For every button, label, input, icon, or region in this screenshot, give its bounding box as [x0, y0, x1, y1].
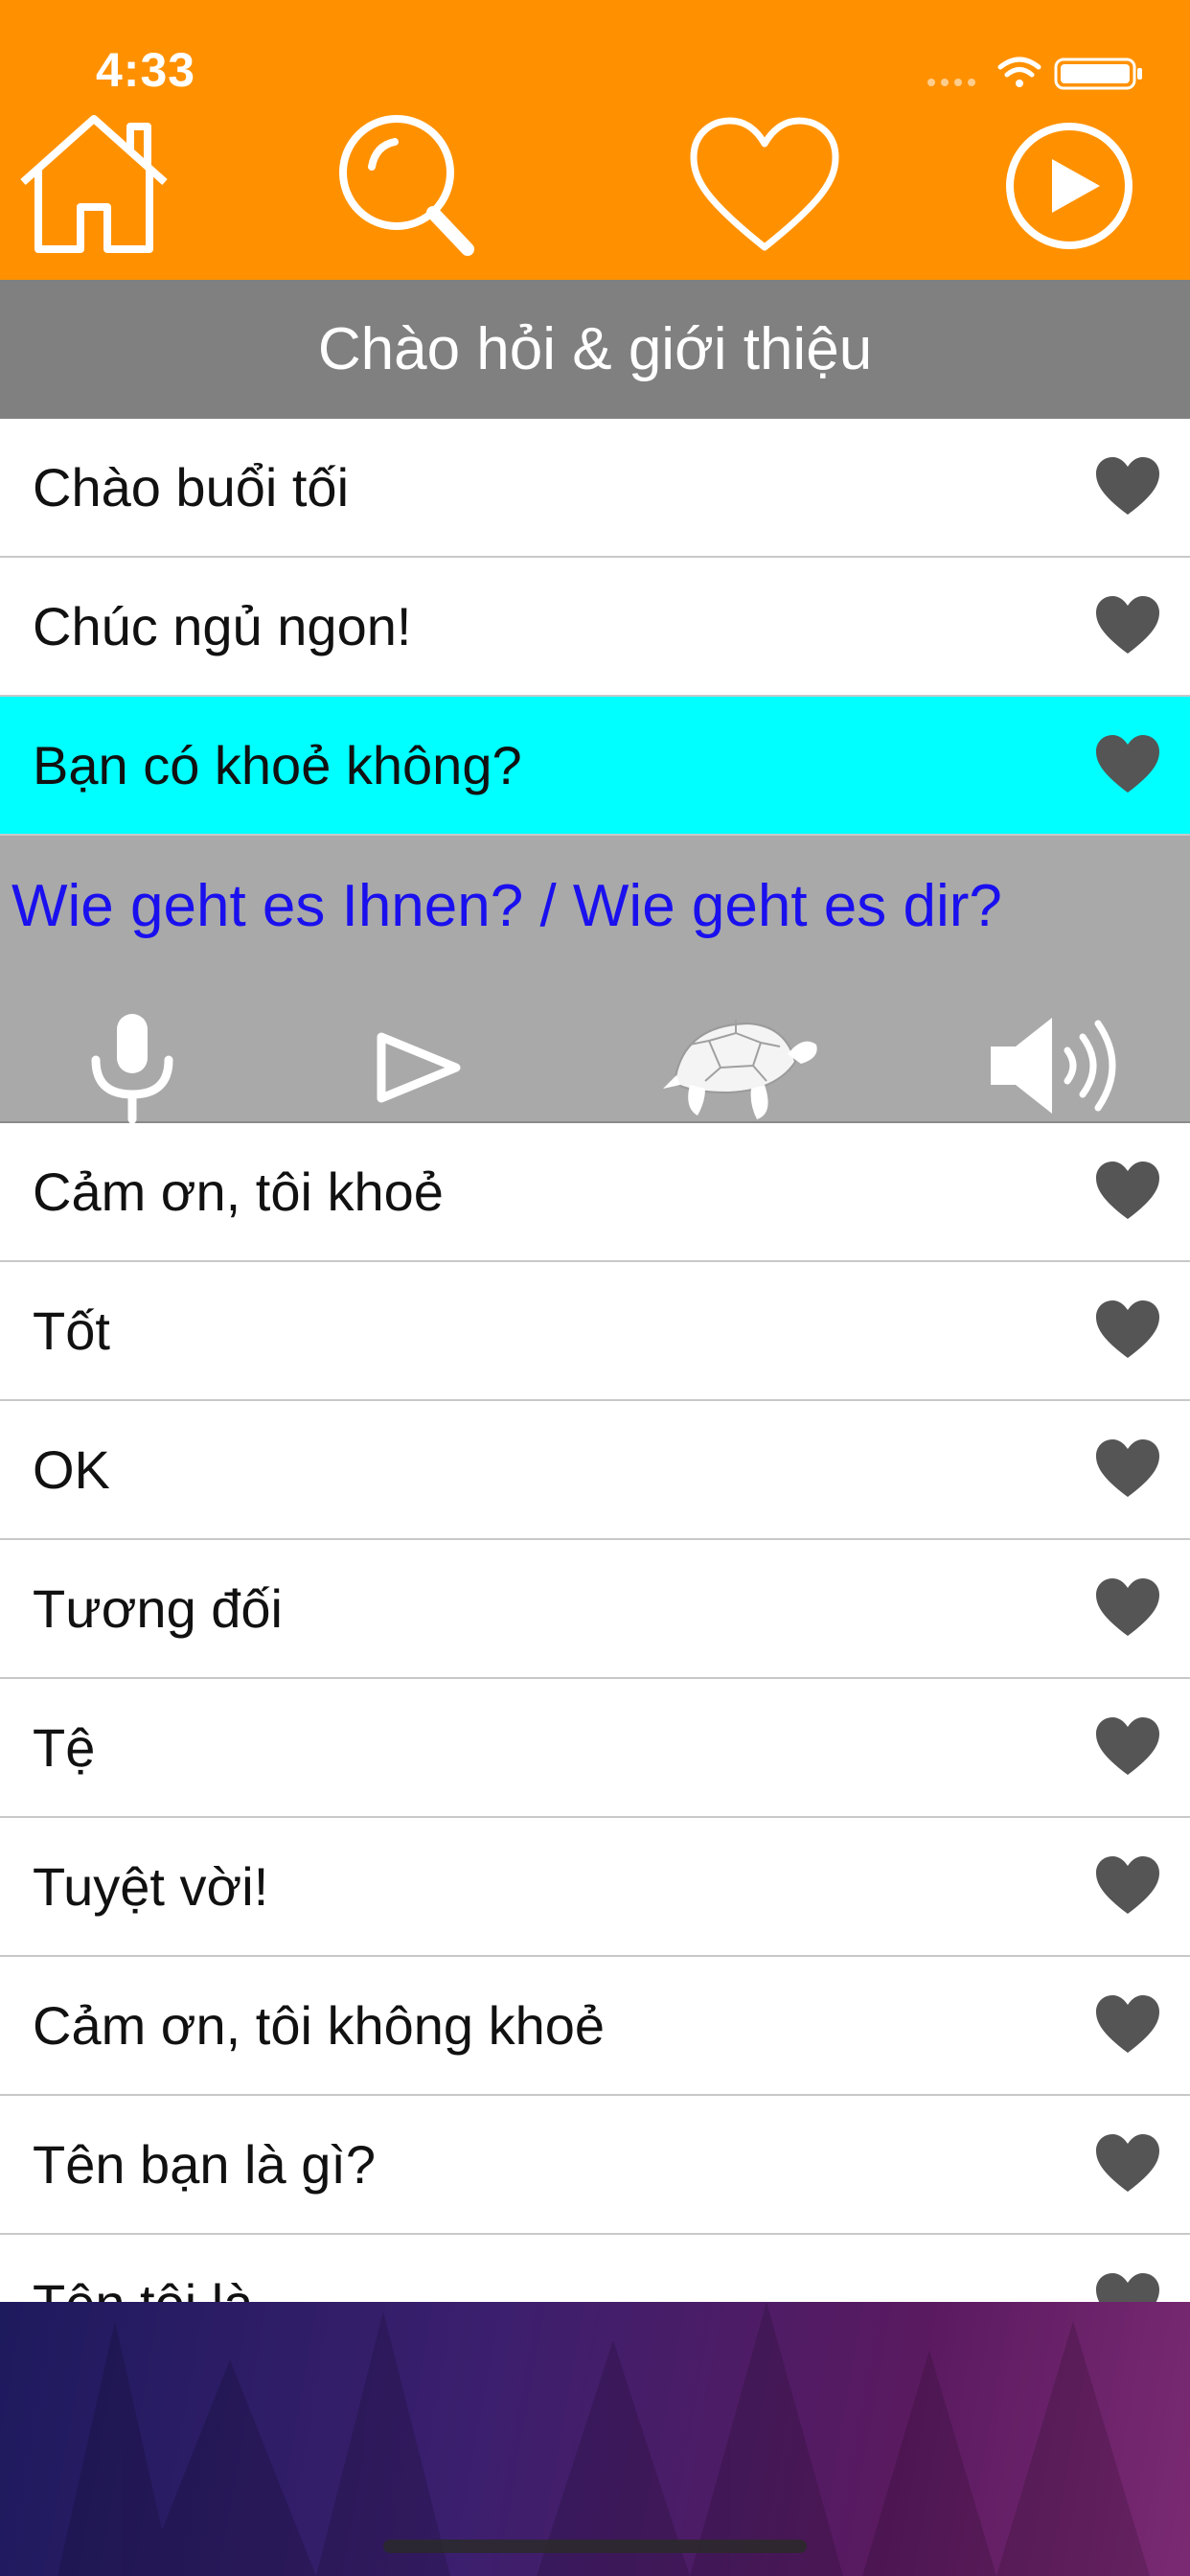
signal-icon: [927, 79, 975, 86]
favorite-heart-icon[interactable]: [1094, 1854, 1161, 1918]
home-indicator[interactable]: [383, 2540, 807, 2553]
favorite-heart-icon[interactable]: [1094, 1438, 1161, 1501]
ad-banner[interactable]: [0, 2302, 1190, 2576]
wifi-icon: [997, 57, 1041, 87]
phrase-row[interactable]: Cảm ơn, tôi không khoẻ: [0, 1957, 1190, 2096]
favorite-heart-icon[interactable]: [1094, 1715, 1161, 1779]
favorite-heart-icon[interactable]: [1094, 1993, 1161, 2057]
favorite-heart-icon[interactable]: [1094, 455, 1161, 518]
favorite-heart-icon[interactable]: [1094, 1299, 1161, 1362]
play-icon: [377, 1032, 461, 1103]
phrase-label: Tuyệt vời!: [33, 1856, 269, 1917]
translation-text: Wie geht es Ihnen? / Wie geht es dir?: [11, 873, 1002, 939]
play-button[interactable]: [372, 1008, 468, 1123]
home-icon: [20, 115, 168, 253]
status-indicators: [927, 57, 1142, 90]
forest-silhouette-image: [57, 2302, 1150, 2576]
favorite-heart-icon[interactable]: [1094, 594, 1161, 657]
turtle-slow-icon: [663, 1020, 817, 1119]
volume-button[interactable]: [987, 1008, 1127, 1123]
play-all-button[interactable]: [993, 113, 1146, 257]
phrase-label: Tệ: [33, 1717, 96, 1778]
phrase-label: Tốt: [33, 1300, 110, 1361]
speaker-icon: [991, 1018, 1116, 1114]
battery-icon: [1054, 58, 1142, 90]
phrase-row[interactable]: Chào buổi tối: [0, 419, 1190, 558]
phrase-list-top: Chào buổi tối Chúc ngủ ngon! Bạn có khoẻ…: [0, 419, 1190, 836]
home-button[interactable]: [17, 113, 171, 257]
phrase-label: OK: [33, 1439, 110, 1500]
record-button[interactable]: [84, 1008, 180, 1123]
heart-icon: [690, 117, 839, 251]
phrase-list-bottom: Cảm ơn, tôi khoẻ Tốt OK Tương đối Tệ Tuy…: [0, 1123, 1190, 2374]
phrase-label: Chúc ngủ ngon!: [33, 596, 412, 656]
phrase-label: Tương đối: [33, 1578, 283, 1639]
favorite-heart-icon[interactable]: [1094, 733, 1161, 796]
favorite-heart-icon[interactable]: [1094, 1160, 1161, 1223]
phrase-row-selected[interactable]: Bạn có khoẻ không?: [0, 697, 1190, 836]
phrase-label: Tên bạn là gì?: [33, 2134, 377, 2195]
phrase-label: Cảm ơn, tôi khoẻ: [33, 1162, 444, 1222]
phrase-row[interactable]: Chúc ngủ ngon!: [0, 558, 1190, 697]
favorite-heart-icon[interactable]: [1094, 2132, 1161, 2196]
search-button[interactable]: [333, 113, 487, 257]
status-time: 4:33: [96, 43, 196, 97]
phrase-label: Cảm ơn, tôi không khoẻ: [33, 1995, 606, 2056]
top-bar: 4:33: [0, 0, 1190, 280]
search-icon: [339, 115, 474, 256]
phrase-row[interactable]: Tốt: [0, 1262, 1190, 1401]
slow-play-button[interactable]: [661, 1008, 820, 1123]
play-circle-icon: [1006, 123, 1133, 249]
phrase-row[interactable]: Tên bạn là gì?: [0, 2096, 1190, 2235]
section-title: Chào hỏi & giới thiệu: [0, 280, 1190, 419]
phrase-detail-panel: Wie geht es Ihnen? / Wie geht es dir?: [0, 836, 1190, 1123]
phrase-row[interactable]: Tệ: [0, 1679, 1190, 1818]
favorite-heart-icon[interactable]: [1094, 1576, 1161, 1640]
phrase-row[interactable]: Cảm ơn, tôi khoẻ: [0, 1123, 1190, 1262]
microphone-icon: [91, 1014, 173, 1123]
phrase-row[interactable]: OK: [0, 1401, 1190, 1540]
phrase-row[interactable]: Tuyệt vời!: [0, 1818, 1190, 1957]
phrase-label: Bạn có khoẻ không?: [33, 735, 522, 795]
phrase-label: Chào buổi tối: [33, 457, 350, 518]
favorites-button[interactable]: [688, 113, 841, 257]
phrase-row[interactable]: Tương đối: [0, 1540, 1190, 1679]
